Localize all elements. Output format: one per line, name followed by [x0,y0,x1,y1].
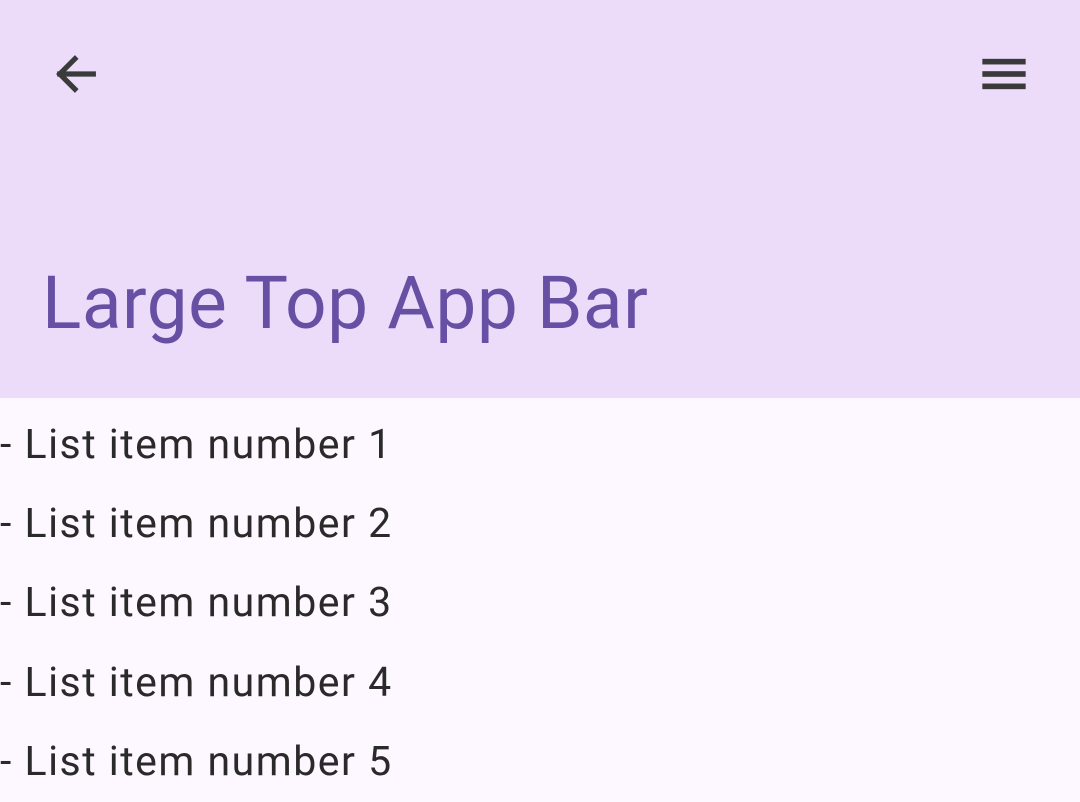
list-item: - List item number 3 [0,564,1080,643]
menu-button[interactable] [976,48,1032,104]
menu-icon [978,48,1030,104]
list-item: - List item number 2 [0,485,1080,564]
list-item: - List item number 1 [0,406,1080,485]
app-bar-actions [0,0,1080,104]
content-list: - List item number 1 - List item number … [0,398,1080,802]
app-bar-title: Large Top App Bar [42,260,648,346]
list-item: - List item number 5 [0,723,1080,802]
list-item: - List item number 4 [0,644,1080,723]
large-top-app-bar: Large Top App Bar [0,0,1080,398]
arrow-back-icon [50,48,102,104]
back-button[interactable] [48,48,104,104]
